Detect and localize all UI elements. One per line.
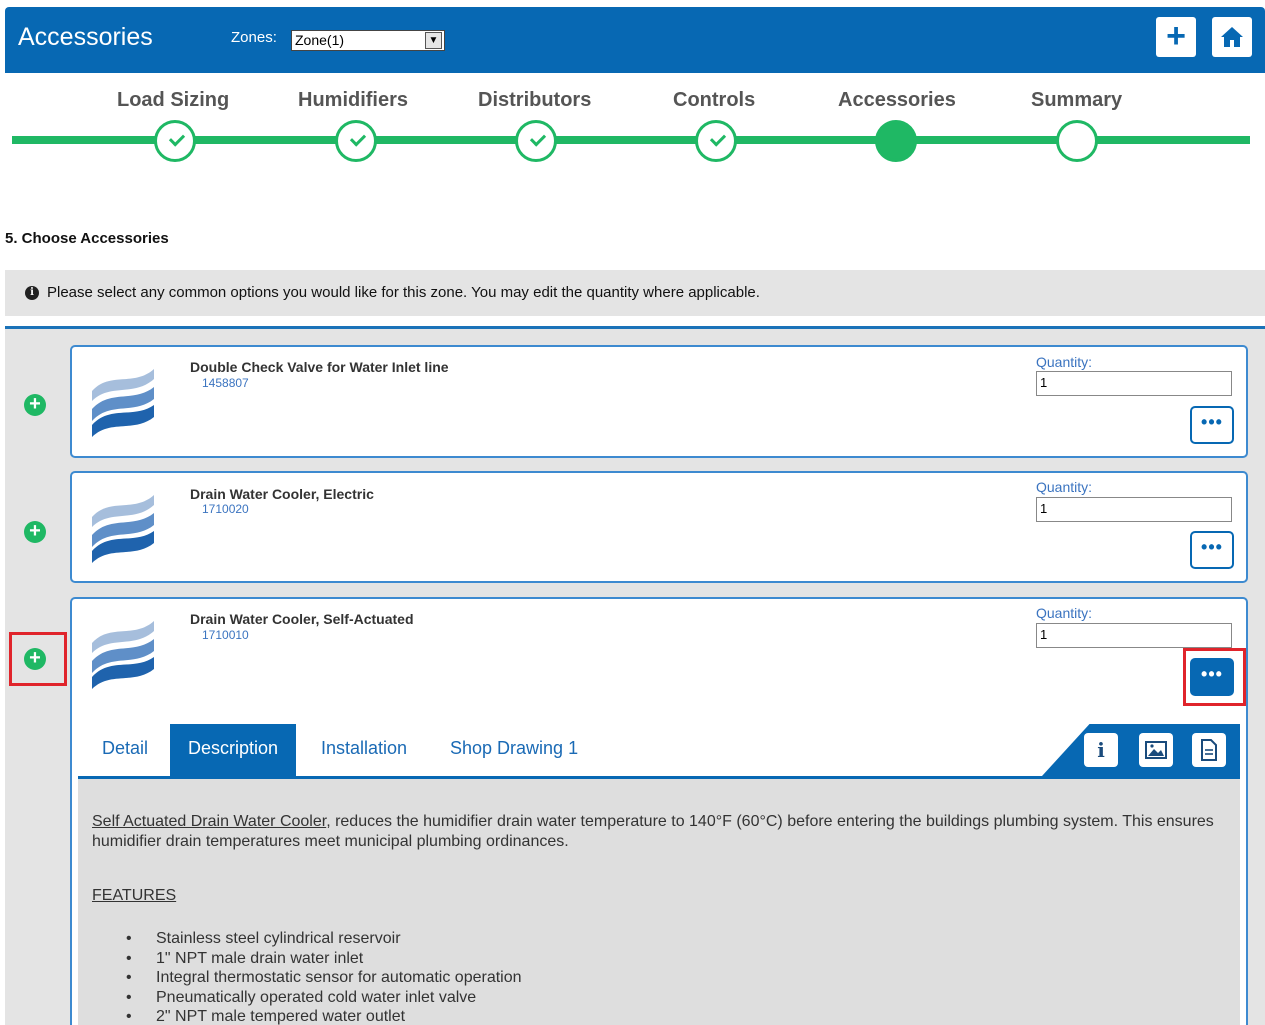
info-notice: i Please select any common options you w… <box>5 270 1265 316</box>
step-current-indicator[interactable] <box>875 120 917 162</box>
tab-detail[interactable]: Detail <box>84 724 166 776</box>
image-icon[interactable] <box>1139 733 1173 767</box>
features-title: FEATURES <box>92 887 177 904</box>
home-icon <box>1221 27 1243 47</box>
step-complete-check-icon[interactable] <box>515 120 557 162</box>
highlight-box <box>1183 648 1246 706</box>
item-code: 1710020 <box>202 502 249 516</box>
quantity-input[interactable]: 1 <box>1036 371 1232 396</box>
quantity-input[interactable]: 1 <box>1036 497 1232 522</box>
add-item-button[interactable]: + <box>24 521 46 543</box>
info-icon: i <box>25 286 39 300</box>
page-title: Accessories <box>18 23 153 51</box>
item-code: 1458807 <box>202 376 249 390</box>
tab-installation[interactable]: Installation <box>303 724 425 776</box>
description-intro: Self Actuated Drain Water Cooler, reduce… <box>92 812 1232 852</box>
notice-text: Please select any common options you wou… <box>47 284 760 301</box>
tab-description[interactable]: Description <box>170 724 297 776</box>
step-pending-indicator[interactable] <box>1056 120 1098 162</box>
quantity-label: Quantity: <box>1036 354 1093 370</box>
zones-label: Zones: <box>231 29 277 46</box>
step-label-accessories[interactable]: Accessories <box>838 89 956 112</box>
tab-shop-drawing-1[interactable]: Shop Drawing 1 <box>432 724 596 776</box>
step-label-summary[interactable]: Summary <box>1031 89 1122 112</box>
quantity-label: Quantity: <box>1036 605 1093 621</box>
product-logo-icon <box>92 495 154 563</box>
plus-icon: + <box>1166 17 1186 55</box>
quantity-input[interactable]: 1 <box>1036 623 1232 648</box>
home-button[interactable] <box>1212 17 1252 57</box>
accessory-card: Drain Water Cooler, Electric 1710020 Qua… <box>70 471 1248 583</box>
add-item-button[interactable]: + <box>24 648 46 670</box>
item-name: Double Check Valve for Water Inlet line <box>190 359 449 375</box>
more-options-button[interactable]: ••• <box>1190 531 1234 569</box>
quantity-label: Quantity: <box>1036 479 1093 495</box>
document-icon[interactable] <box>1192 733 1226 767</box>
zones-selected-value: Zone(1) <box>295 32 345 48</box>
feature-item: Integral thermostatic sensor for automat… <box>126 968 522 988</box>
add-zone-button[interactable]: + <box>1156 17 1196 57</box>
item-code: 1710010 <box>202 628 249 642</box>
zones-select[interactable]: Zone(1) ▼ <box>291 30 445 51</box>
add-item-button[interactable]: + <box>24 394 46 416</box>
step-label-humidifiers[interactable]: Humidifiers <box>298 89 408 112</box>
detail-tabs: Detail Description Installation Shop Dra… <box>78 724 1240 779</box>
description-panel: Self Actuated Drain Water Cooler, reduce… <box>78 779 1240 1025</box>
feature-item: Pneumatically operated cold water inlet … <box>126 988 522 1008</box>
features-list: Stainless steel cylindrical reservoir 1"… <box>126 929 522 1025</box>
step-complete-check-icon[interactable] <box>335 120 377 162</box>
more-options-button[interactable]: ••• <box>1190 406 1234 444</box>
feature-item: Stainless steel cylindrical reservoir <box>126 929 522 949</box>
section-title: 5. Choose Accessories <box>5 230 169 247</box>
step-label-load-sizing[interactable]: Load Sizing <box>117 89 229 112</box>
step-label-controls[interactable]: Controls <box>673 89 755 112</box>
product-link[interactable]: Self Actuated Drain Water Cooler <box>92 813 326 830</box>
step-complete-check-icon[interactable] <box>695 120 737 162</box>
product-logo-icon <box>92 621 154 689</box>
step-complete-check-icon[interactable] <box>154 120 196 162</box>
chevron-down-icon[interactable]: ▼ <box>425 32 442 49</box>
feature-item: 1" NPT male drain water inlet <box>126 949 522 969</box>
accessory-card: Double Check Valve for Water Inlet line … <box>70 345 1248 458</box>
step-label-distributors[interactable]: Distributors <box>478 89 591 112</box>
feature-item: 2" NPT male tempered water outlet <box>126 1007 522 1025</box>
product-logo-icon <box>92 369 154 437</box>
app-header: Accessories Zones: Zone(1) ▼ + <box>5 7 1265 73</box>
info-icon[interactable]: i <box>1084 733 1118 767</box>
item-name: Drain Water Cooler, Electric <box>190 486 374 502</box>
item-name: Drain Water Cooler, Self-Actuated <box>190 611 414 627</box>
